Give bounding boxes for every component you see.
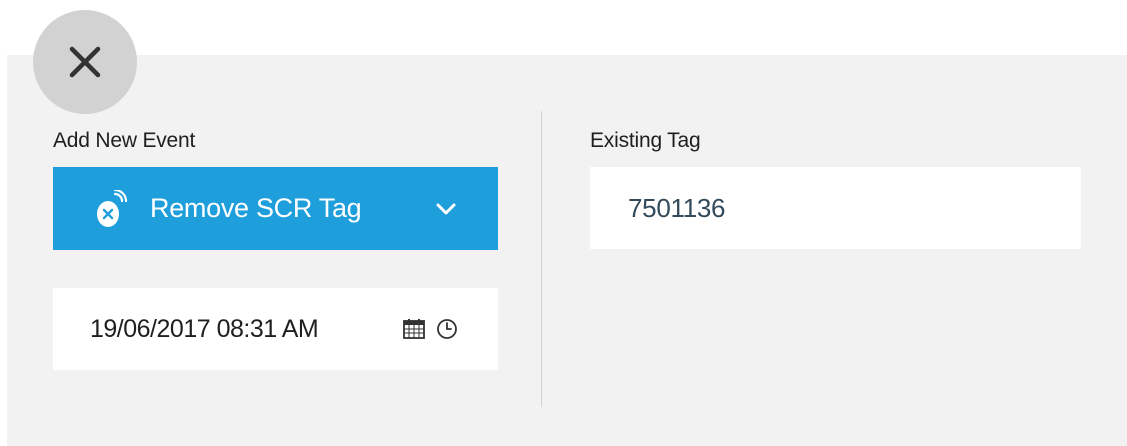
calendar-icon[interactable] (403, 319, 425, 339)
add-new-event-label: Add New Event (53, 129, 196, 152)
event-datetime-field[interactable]: 19/06/2017 08:31 AM (53, 288, 498, 370)
column-divider (541, 111, 542, 407)
selected-event-text: Remove SCR Tag (150, 193, 362, 223)
chevron-down-icon (436, 203, 456, 215)
close-button[interactable] (33, 10, 137, 114)
existing-tag-value: 7501136 (628, 193, 726, 223)
close-icon (69, 46, 101, 78)
existing-tag-field: 7501136 (590, 167, 1081, 249)
scr-tag-remove-icon (97, 190, 128, 227)
event-panel (7, 55, 1127, 446)
event-type-dropdown[interactable]: Remove SCR Tag (53, 167, 498, 250)
datetime-value: 19/06/2017 08:31 AM (90, 315, 319, 343)
existing-tag-label: Existing Tag (590, 129, 701, 152)
clock-icon[interactable] (436, 318, 458, 340)
